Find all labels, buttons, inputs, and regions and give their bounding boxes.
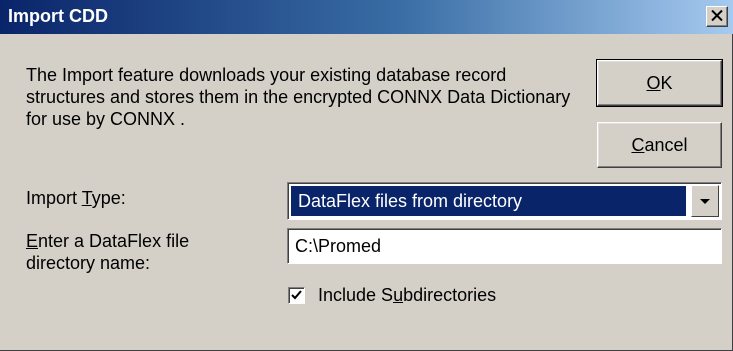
title-bar[interactable]: Import CDD — [0, 0, 733, 34]
checkbox-box[interactable] — [288, 286, 305, 304]
close-icon — [711, 9, 723, 25]
import-type-selected-value: DataFlex files from directory — [291, 186, 686, 216]
close-button[interactable] — [706, 6, 728, 27]
ok-button-label: OK — [646, 72, 673, 93]
directory-label-line2: directory name: — [26, 253, 151, 273]
dropdown-button[interactable] — [691, 185, 719, 217]
directory-label: Enter a DataFlex file directory name: — [26, 230, 189, 274]
checkmark-icon — [291, 289, 302, 299]
window-title: Import CDD — [8, 6, 108, 26]
directory-label-line1: Enter a DataFlex file — [26, 231, 190, 251]
import-type-select[interactable]: DataFlex files from directory — [287, 182, 722, 220]
include-subdirectories-checkbox[interactable]: Include Subdirectories — [288, 284, 496, 306]
ok-button[interactable]: OK — [596, 59, 723, 107]
cancel-button[interactable]: Cancel — [597, 122, 722, 168]
import-cdd-dialog: Import CDD The Import feature downloads … — [0, 0, 733, 351]
import-type-label: Import Type: — [26, 188, 126, 208]
directory-input[interactable]: C:\Promed — [287, 228, 722, 264]
chevron-down-icon — [700, 198, 710, 204]
description-text: The Import feature downloads your existi… — [26, 65, 571, 129]
include-subdirectories-label: Include Subdirectories — [318, 284, 497, 305]
cancel-button-label: Cancel — [631, 134, 688, 155]
